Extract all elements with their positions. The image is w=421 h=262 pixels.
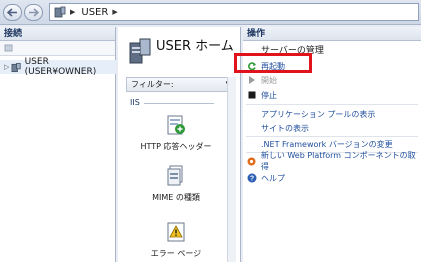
- group-divider: [144, 103, 214, 104]
- breadcrumb-separator-icon[interactable]: ▶: [112, 8, 117, 16]
- stop-icon: [246, 90, 257, 101]
- action-help[interactable]: ? ヘルプ: [246, 172, 285, 184]
- connections-title: 接続: [0, 27, 115, 41]
- server-large-icon: [129, 38, 151, 64]
- back-button[interactable]: [3, 4, 22, 21]
- mime-types-icon: [167, 165, 183, 186]
- web-platform-icon: [246, 156, 257, 167]
- help-icon: ?: [246, 173, 257, 184]
- action-label[interactable]: .NET Framework バージョンの変更: [261, 139, 393, 150]
- connections-toolbar: [0, 41, 115, 56]
- error-pages-icon: [167, 222, 185, 242]
- connections-pane: 接続 ▷ USER (USER¥OWNER): [0, 27, 116, 262]
- action-label[interactable]: サイトの表示: [261, 123, 309, 134]
- actions-title: 操作: [243, 27, 421, 41]
- address-bar-row: ▶ USER ▶: [0, 0, 421, 25]
- action-start: 開始: [246, 74, 277, 86]
- forward-arrow-icon: [29, 8, 39, 17]
- svg-text:?: ?: [249, 176, 253, 183]
- actions-divider: [246, 136, 418, 137]
- feature-error-pages[interactable]: エラー ページ: [126, 221, 226, 259]
- filter-label: フィルター:: [131, 80, 174, 89]
- page-title: USER ホーム: [156, 39, 234, 54]
- action-view-app-pools[interactable]: アプリケーション プールの表示: [246, 108, 375, 120]
- connect-icon[interactable]: [4, 43, 14, 53]
- feature-label: MIME の種類: [152, 193, 200, 202]
- action-stop[interactable]: 停止: [246, 89, 277, 101]
- feature-label: HTTP 応答ヘッダー: [140, 142, 212, 151]
- filter-dropdown[interactable]: フィルター: ▼: [126, 77, 236, 92]
- server-icon: [11, 62, 22, 72]
- address-field[interactable]: ▶ USER ▶: [49, 3, 419, 21]
- highlight-box: [234, 53, 312, 73]
- action-label: 開始: [261, 75, 277, 85]
- home-header: USER ホーム: [128, 33, 238, 73]
- tree-item-label: USER (USER¥OWNER): [24, 57, 97, 77]
- action-label[interactable]: 新しい Web Platform コンポーネントの取得: [261, 150, 421, 172]
- action-label[interactable]: アプリケーション プールの表示: [261, 109, 375, 120]
- action-label[interactable]: 停止: [261, 90, 277, 101]
- http-response-headers-icon: [167, 115, 185, 135]
- start-icon: [246, 75, 257, 86]
- feature-http-response-headers[interactable]: HTTP 応答ヘッダー: [126, 114, 226, 152]
- action-get-web-platform[interactable]: 新しい Web Platform コンポーネントの取得: [246, 151, 421, 171]
- actions-divider: [246, 104, 418, 105]
- action-change-net-version[interactable]: .NET Framework バージョンの変更: [246, 138, 393, 150]
- feature-group-header[interactable]: IIS ⌃: [126, 97, 236, 109]
- feature-label: エラー ページ: [150, 249, 202, 258]
- feature-mime-types[interactable]: MIME の種類: [126, 165, 226, 203]
- breadcrumb-server[interactable]: USER: [81, 7, 108, 18]
- back-arrow-icon: [7, 8, 17, 17]
- tree-item-server[interactable]: ▷ USER (USER¥OWNER): [0, 57, 116, 77]
- forward-button[interactable]: [24, 4, 43, 21]
- server-icon: [54, 6, 66, 18]
- action-label[interactable]: ヘルプ: [261, 173, 285, 184]
- breadcrumb-separator-icon: ▶: [70, 8, 76, 16]
- tree-expand-icon[interactable]: ▷: [4, 63, 11, 71]
- action-view-sites[interactable]: サイトの表示: [246, 122, 309, 134]
- feature-group-label: IIS: [130, 98, 140, 107]
- vertical-scrollbar[interactable]: [227, 77, 236, 262]
- home-pane: USER ホーム フィルター: ▼ IIS ⌃ HTTP 応答ヘッダー MIME…: [118, 27, 241, 262]
